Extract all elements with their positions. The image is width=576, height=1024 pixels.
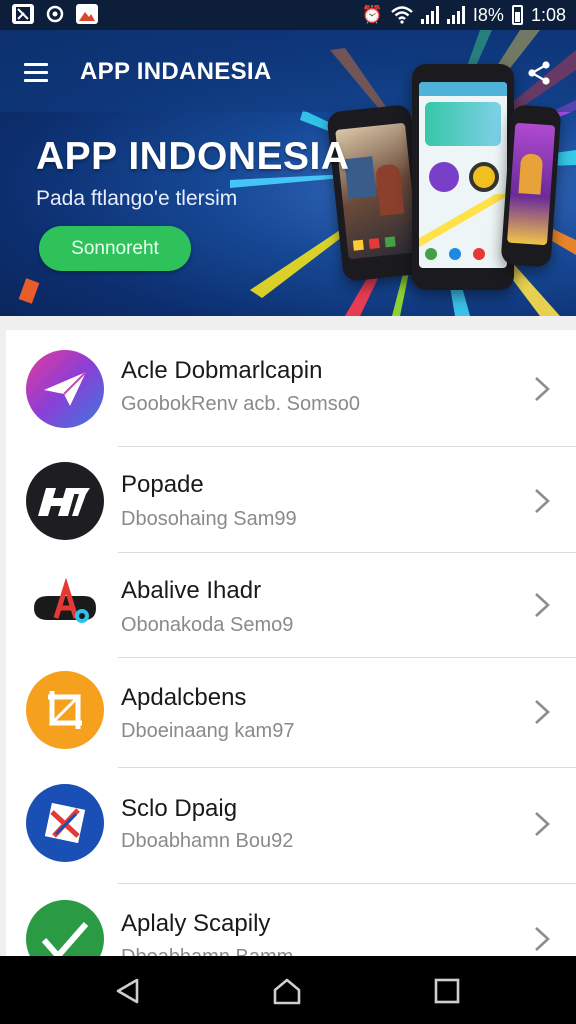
hero-title: APP INDONESIA <box>36 135 350 178</box>
list-item[interactable]: Apdalcbens Dboeinaang kam97 <box>6 658 576 768</box>
app-title: Abalive Ihadr <box>121 577 262 604</box>
app-title: Apdalcbens <box>121 684 247 711</box>
app-subtitle: GoobokRenv acb. Somso0 <box>121 393 361 415</box>
signal-icon-2 <box>446 6 465 24</box>
x-logo-icon <box>26 784 104 862</box>
signal-icon <box>420 6 439 24</box>
chevron-right-icon <box>535 377 550 401</box>
system-navigation-bar <box>0 956 576 1024</box>
chevron-right-icon <box>535 700 550 724</box>
tiktok-style-icon <box>26 566 104 644</box>
share-icon[interactable] <box>526 60 552 86</box>
phone-illustration-center <box>412 64 514 290</box>
app-subtitle: Dboabhamn Bou92 <box>121 830 294 852</box>
list-item[interactable]: Aplaly Scapily Dboabhamn Bamm <box>6 884 576 956</box>
sync-icon <box>44 4 66 24</box>
hero-subtitle: Pada ftlango'e tlersim <box>36 187 238 210</box>
chevron-right-icon <box>535 593 550 617</box>
hero-cta-button[interactable]: Sonnoreht <box>39 226 191 271</box>
hamburger-menu-icon[interactable] <box>24 63 48 82</box>
chevron-right-icon <box>535 927 550 951</box>
status-bar: ⏰ I8% 1:08 <box>0 0 576 30</box>
home-icon[interactable] <box>272 976 302 1006</box>
gallery-icon <box>76 4 98 24</box>
toolbar-title: APP INDANESIA <box>80 58 272 85</box>
app-title: Popade <box>121 471 204 498</box>
list-item[interactable]: Popade Dbosohaing Sam99 <box>6 447 576 552</box>
recents-square-icon[interactable] <box>432 976 462 1006</box>
paper-plane-icon <box>26 350 104 428</box>
app-title: Acle Dobmarlcapin <box>121 357 323 384</box>
wifi-icon <box>391 6 413 24</box>
crop-icon <box>26 671 104 749</box>
alarm-icon: ⏰ <box>361 5 383 24</box>
app-screen: ⏰ I8% 1:08 APP INDANESIA APP INDONESIA P… <box>0 0 576 1024</box>
battery-percent: I8% <box>472 5 504 25</box>
app-subtitle: Dbosohaing Sam99 <box>121 508 297 530</box>
app-notification-icon <box>12 4 34 24</box>
h7-logo-icon <box>26 462 104 540</box>
app-list: Acle Dobmarlcapin GoobokRenv acb. Somso0… <box>6 330 576 956</box>
app-title: Sclo Dpaig <box>121 795 238 822</box>
app-title: Aplaly Scapily <box>121 910 271 937</box>
back-triangle-icon[interactable] <box>113 976 143 1006</box>
battery-icon <box>511 5 523 25</box>
chevron-right-icon <box>535 489 550 513</box>
list-item[interactable]: Sclo Dpaig Dboabhamn Bou92 <box>6 768 576 883</box>
app-subtitle: Dboeinaang kam97 <box>121 720 295 742</box>
clock: 1:08 <box>530 5 566 25</box>
check-leaf-icon <box>26 900 104 956</box>
app-subtitle: Obonakoda Semo9 <box>121 614 294 636</box>
chevron-right-icon <box>535 812 550 836</box>
list-item[interactable]: Abalive Ihadr Obonakoda Semo9 <box>6 553 576 658</box>
app-subtitle: Dboabhamn Bamm <box>121 946 293 956</box>
hero-banner: APP INDANESIA APP INDONESIA Pada ftlango… <box>0 30 576 316</box>
list-item[interactable]: Acle Dobmarlcapin GoobokRenv acb. Somso0 <box>6 330 576 445</box>
